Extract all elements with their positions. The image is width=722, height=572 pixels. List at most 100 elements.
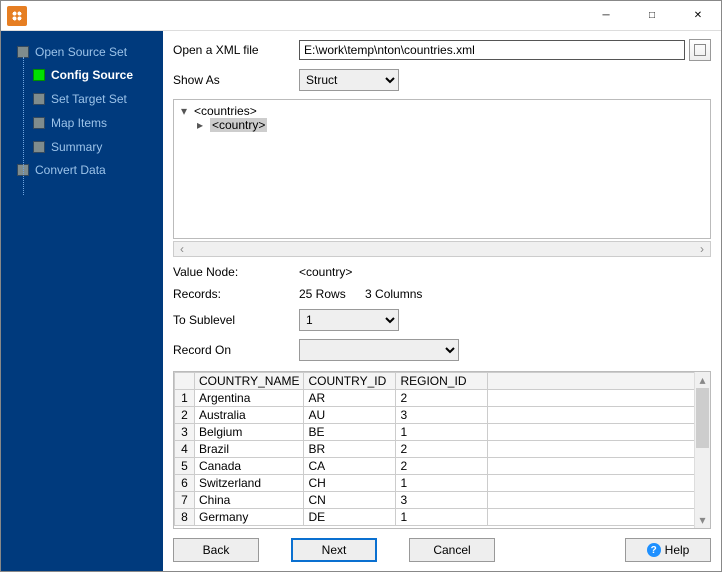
cancel-button[interactable]: Cancel: [409, 538, 495, 562]
data-table-container: COUNTRY_NAME COUNTRY_ID REGION_ID 1Argen…: [173, 371, 711, 529]
table-cell[interactable]: China: [195, 492, 304, 509]
nav-label: Open Source Set: [35, 45, 127, 59]
nav-convert-data[interactable]: Convert Data: [1, 159, 163, 181]
browse-button[interactable]: [689, 39, 711, 61]
table-cell[interactable]: 1: [396, 424, 488, 441]
table-row[interactable]: 5CanadaCA2: [175, 458, 710, 475]
table-cell-empty: [488, 424, 710, 441]
xml-tree[interactable]: ▾ <countries> ▸ <country>: [173, 99, 711, 239]
tree-selected-node[interactable]: <country>: [210, 118, 267, 132]
tree-expand-icon[interactable]: ▸: [194, 118, 206, 132]
scroll-down-icon[interactable]: ▾: [695, 512, 710, 528]
table-cell[interactable]: 3: [396, 492, 488, 509]
browse-icon: [694, 44, 706, 56]
open-file-label: Open a XML file: [173, 43, 299, 57]
table-cell[interactable]: DE: [304, 509, 396, 526]
table-cell[interactable]: 2: [396, 458, 488, 475]
file-path-input[interactable]: [299, 40, 685, 60]
table-cell[interactable]: 2: [396, 390, 488, 407]
row-number: 7: [175, 492, 195, 509]
scroll-up-icon[interactable]: ▴: [695, 372, 710, 388]
close-button[interactable]: ✕: [675, 1, 721, 31]
table-cell[interactable]: CH: [304, 475, 396, 492]
table-cell[interactable]: BE: [304, 424, 396, 441]
table-cell[interactable]: Argentina: [195, 390, 304, 407]
nav-summary[interactable]: Summary: [1, 135, 163, 159]
table-cell[interactable]: Belgium: [195, 424, 304, 441]
table-row[interactable]: 1ArgentinaAR2: [175, 390, 710, 407]
table-cell-empty: [488, 407, 710, 424]
scroll-left-icon[interactable]: ‹: [174, 242, 190, 256]
value-node-label: Value Node:: [173, 265, 299, 279]
step-icon: [33, 141, 45, 153]
table-row[interactable]: 2AustraliaAU3: [175, 407, 710, 424]
next-button[interactable]: Next: [291, 538, 377, 562]
row-number: 6: [175, 475, 195, 492]
nav-label: Config Source: [51, 68, 133, 82]
row-number: 4: [175, 441, 195, 458]
table-cell[interactable]: Brazil: [195, 441, 304, 458]
table-row[interactable]: 6SwitzerlandCH1: [175, 475, 710, 492]
to-sublevel-select[interactable]: 1: [299, 309, 399, 331]
show-as-label: Show As: [173, 73, 299, 87]
nav-config-source[interactable]: Config Source: [1, 63, 163, 87]
nav-map-items[interactable]: Map Items: [1, 111, 163, 135]
sidebar: Open Source Set Config Source Set Target…: [1, 31, 163, 571]
tree-hscrollbar[interactable]: ‹ ›: [173, 241, 711, 257]
scroll-thumb[interactable]: [696, 388, 709, 448]
table-cell-empty: [488, 509, 710, 526]
app-icon: [7, 6, 27, 26]
row-number: 1: [175, 390, 195, 407]
table-cell[interactable]: CN: [304, 492, 396, 509]
nav-label: Map Items: [51, 116, 107, 130]
back-button[interactable]: Back: [173, 538, 259, 562]
col-header[interactable]: COUNTRY_NAME: [195, 373, 304, 390]
table-cell[interactable]: AR: [304, 390, 396, 407]
data-table[interactable]: COUNTRY_NAME COUNTRY_ID REGION_ID 1Argen…: [174, 372, 710, 526]
table-row[interactable]: 8GermanyDE1: [175, 509, 710, 526]
table-cell[interactable]: 3: [396, 407, 488, 424]
table-cell[interactable]: 1: [396, 475, 488, 492]
table-cell[interactable]: AU: [304, 407, 396, 424]
row-number: 2: [175, 407, 195, 424]
records-label: Records:: [173, 287, 299, 301]
col-header[interactable]: COUNTRY_ID: [304, 373, 396, 390]
help-button[interactable]: ? Help: [625, 538, 711, 562]
row-number: 8: [175, 509, 195, 526]
tree-root-node[interactable]: <countries>: [194, 104, 257, 118]
record-on-select[interactable]: [299, 339, 459, 361]
step-icon: [33, 117, 45, 129]
table-row[interactable]: 4BrazilBR2: [175, 441, 710, 458]
table-row[interactable]: 7ChinaCN3: [175, 492, 710, 509]
tree-collapse-icon[interactable]: ▾: [178, 104, 190, 118]
nav-open-source-set[interactable]: Open Source Set: [1, 41, 163, 63]
nav-set-target-set[interactable]: Set Target Set: [1, 87, 163, 111]
table-vscrollbar[interactable]: ▴ ▾: [694, 372, 710, 528]
scroll-right-icon[interactable]: ›: [694, 242, 710, 256]
table-cell[interactable]: Switzerland: [195, 475, 304, 492]
help-label: Help: [665, 543, 690, 557]
col-header-empty: [488, 373, 710, 390]
minimize-button[interactable]: ─: [583, 1, 629, 31]
table-cell-empty: [488, 492, 710, 509]
records-cols: 3 Columns: [365, 287, 422, 301]
table-cell[interactable]: BR: [304, 441, 396, 458]
button-bar: Back Next Cancel ? Help: [173, 529, 711, 563]
maximize-button[interactable]: □: [629, 1, 675, 31]
table-cell[interactable]: Canada: [195, 458, 304, 475]
table-cell[interactable]: Germany: [195, 509, 304, 526]
record-on-label: Record On: [173, 343, 299, 357]
col-header[interactable]: REGION_ID: [396, 373, 488, 390]
table-cell-empty: [488, 458, 710, 475]
table-cell[interactable]: Australia: [195, 407, 304, 424]
table-cell-empty: [488, 390, 710, 407]
to-sublevel-label: To Sublevel: [173, 313, 299, 327]
table-cell[interactable]: CA: [304, 458, 396, 475]
table-cell[interactable]: 2: [396, 441, 488, 458]
table-cell[interactable]: 1: [396, 509, 488, 526]
value-node-value: <country>: [299, 265, 352, 279]
show-as-select[interactable]: Struct: [299, 69, 399, 91]
table-row[interactable]: 3BelgiumBE1: [175, 424, 710, 441]
nav-label: Set Target Set: [51, 92, 127, 106]
nav-label: Convert Data: [35, 163, 106, 177]
